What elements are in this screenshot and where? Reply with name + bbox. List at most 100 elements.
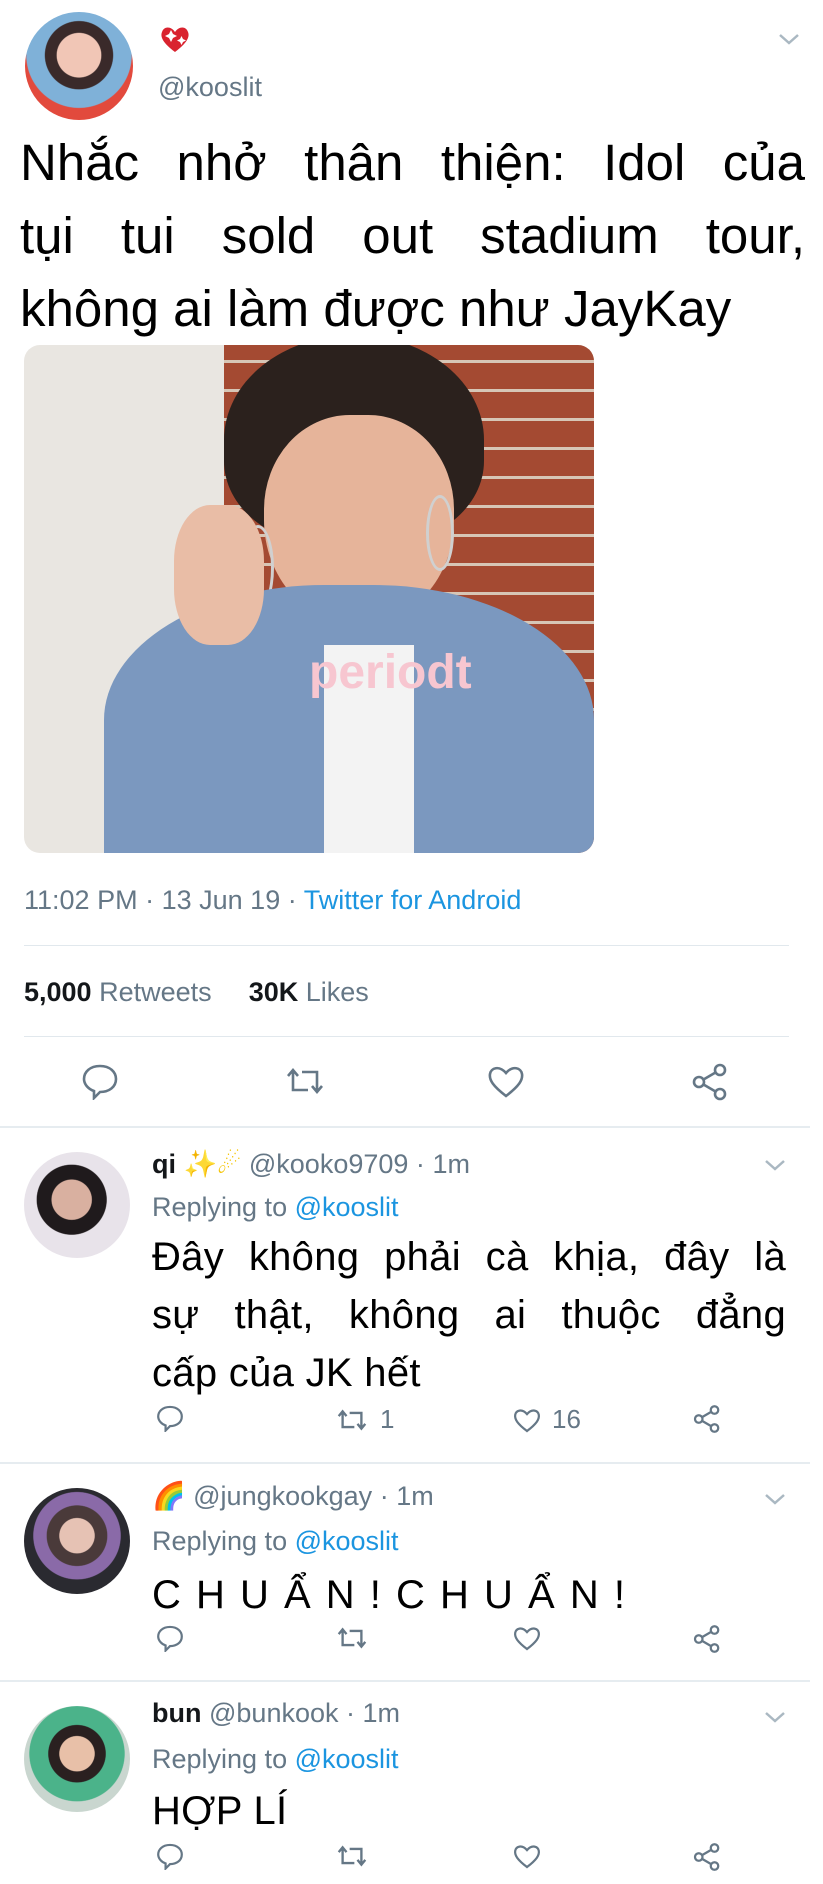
reply-menu-chevron-icon[interactable] xyxy=(764,1710,786,1729)
separator-dot: · xyxy=(287,885,297,915)
retweet-icon xyxy=(337,1409,367,1430)
replying-to-label: Replying to xyxy=(152,1192,288,1222)
retweet-icon xyxy=(287,1067,323,1095)
replying-to-handle[interactable]: @kooslit xyxy=(295,1526,399,1556)
retweet-button[interactable] xyxy=(334,1624,370,1652)
reply-text: HỢP LÍ xyxy=(152,1782,792,1840)
reply-button[interactable] xyxy=(155,1842,185,1870)
share-button[interactable] xyxy=(692,1842,722,1872)
separator-dot: · xyxy=(346,1698,356,1728)
retweet-button[interactable] xyxy=(282,1064,328,1103)
tweet-menu-chevron-icon[interactable] xyxy=(778,32,800,51)
reply-icon xyxy=(157,1405,183,1432)
section-divider xyxy=(0,1462,810,1464)
separator-dot: · xyxy=(379,1481,389,1511)
reply-icon xyxy=(157,1843,183,1870)
reply-author-handle[interactable]: @jungkookgay xyxy=(193,1481,372,1511)
replying-to-label: Replying to xyxy=(152,1744,288,1774)
reply-time: 1m xyxy=(396,1481,434,1511)
reply-header: 🌈 @jungkookgay · 1m xyxy=(152,1480,434,1512)
reply-text-line: HỢP LÍ xyxy=(152,1789,288,1833)
heart-icon xyxy=(514,1627,540,1651)
retweet-count[interactable]: 5,000 xyxy=(24,977,92,1007)
section-divider xyxy=(0,1680,810,1682)
reply-author-name[interactable]: bun xyxy=(152,1698,201,1728)
heart-icon xyxy=(514,1845,540,1869)
reply-time: 1m xyxy=(362,1698,401,1728)
retweet-button[interactable] xyxy=(334,1842,370,1870)
reply-icon xyxy=(82,1064,118,1102)
section-divider xyxy=(0,1126,810,1128)
like-button[interactable] xyxy=(512,1842,542,1870)
tweet-text-line: Nhắc nhở thân thiện: Idol của xyxy=(20,134,805,191)
tweet-text-line: tụi tui sold out stadium tour, xyxy=(20,207,805,264)
share-icon xyxy=(693,1843,720,1871)
retweet-button[interactable]: 1 xyxy=(334,1404,394,1435)
reply-time: 1m xyxy=(432,1149,470,1179)
share-button[interactable] xyxy=(690,1062,730,1107)
share-icon xyxy=(693,1625,720,1653)
retweet-label[interactable]: Retweets xyxy=(99,977,212,1007)
reply-button[interactable] xyxy=(155,1404,185,1432)
reply-text-line: sự thật, không ai thuộc đẳng xyxy=(152,1293,786,1337)
author-handle[interactable]: @kooslit xyxy=(158,72,262,103)
sparkles-icon: ✨ xyxy=(183,1149,218,1179)
reply-button[interactable] xyxy=(155,1624,185,1652)
tweet-time: 11:02 PM xyxy=(24,885,138,915)
reply-avatar[interactable] xyxy=(24,1706,130,1812)
like-button[interactable] xyxy=(512,1624,542,1652)
tweet-timestamp: 11:02 PM · 13 Jun 19 · Twitter for Andro… xyxy=(24,885,521,916)
tweet-date: 13 Jun 19 xyxy=(161,885,281,915)
replying-to-handle[interactable]: @kooslit xyxy=(295,1744,399,1774)
share-button[interactable] xyxy=(692,1404,722,1434)
like-button[interactable]: 16 xyxy=(512,1404,581,1435)
separator-dot: · xyxy=(415,1149,425,1179)
tweet-stats: 5,000 Retweets 30K Likes xyxy=(24,977,369,1008)
person-hand xyxy=(174,505,264,645)
reply-author-name[interactable]: qi xyxy=(152,1149,176,1179)
tweet-media-image[interactable]: periodt xyxy=(24,345,594,853)
reply-text: C H U Ẩ N ! C H U Ẩ N ! xyxy=(152,1566,792,1624)
like-count: 16 xyxy=(552,1404,581,1434)
reply-author-handle[interactable]: @bunkook xyxy=(209,1698,339,1728)
earring-right xyxy=(426,495,454,571)
reply-menu-chevron-icon[interactable] xyxy=(764,1492,786,1511)
tweet-text-line: không ai làm được như JayKay xyxy=(20,280,732,337)
reply-header: bun @bunkook · 1m xyxy=(152,1698,400,1729)
reply-author-handle[interactable]: @kooko9709 xyxy=(249,1149,409,1179)
tweet-source-link[interactable]: Twitter for Android xyxy=(304,885,522,915)
share-icon xyxy=(692,1063,727,1101)
reply-header: qi ✨☄ @kooko9709 · 1m xyxy=(152,1148,470,1180)
heart-sparkle-icon xyxy=(158,22,192,56)
retweet-count: 1 xyxy=(380,1404,395,1434)
shooting-star-icon: ☄ xyxy=(217,1149,242,1179)
retweet-icon xyxy=(337,1627,367,1649)
rainbow-icon: 🌈 xyxy=(152,1481,186,1511)
heart-icon xyxy=(514,1408,540,1432)
replying-to-handle[interactable]: @kooslit xyxy=(295,1192,399,1222)
replying-to-label: Replying to xyxy=(152,1526,288,1556)
reply-text-line: C H U Ẩ N ! C H U Ẩ N ! xyxy=(152,1573,627,1617)
reply-avatar[interactable] xyxy=(24,1152,130,1258)
reply-text-line: Đây không phải cà khịa, đây là xyxy=(152,1235,786,1279)
retweet-icon xyxy=(337,1845,367,1867)
reply-menu-chevron-icon[interactable] xyxy=(764,1158,786,1177)
author-avatar[interactable] xyxy=(25,12,133,120)
share-button[interactable] xyxy=(692,1624,722,1654)
reply-text-line: cấp của JK hết xyxy=(152,1351,421,1395)
heart-icon xyxy=(488,1066,524,1098)
replying-to-line: Replying to @kooslit xyxy=(152,1192,399,1223)
reply-button[interactable] xyxy=(80,1062,120,1105)
share-icon xyxy=(693,1405,720,1433)
like-label[interactable]: Likes xyxy=(306,977,369,1007)
divider xyxy=(24,1036,789,1037)
divider xyxy=(24,945,789,946)
tweet-text: Nhắc nhở thân thiện: Idol của tụi tui so… xyxy=(20,126,805,345)
reply-icon xyxy=(157,1625,183,1652)
like-count[interactable]: 30K xyxy=(249,977,299,1007)
reply-avatar[interactable] xyxy=(24,1488,130,1594)
like-button[interactable] xyxy=(486,1062,526,1105)
image-caption-text: periodt xyxy=(309,646,472,699)
replying-to-line: Replying to @kooslit xyxy=(152,1526,399,1557)
reply-text: Đây không phải cà khịa, đây là sự thật, … xyxy=(152,1228,786,1402)
